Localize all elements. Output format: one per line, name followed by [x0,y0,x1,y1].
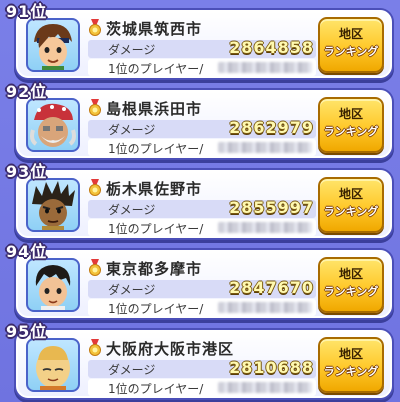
button-label-ranking: ランキング [323,45,379,58]
button-label-ranking: ランキング [323,205,379,218]
area-ranking-button[interactable]: 地区 ランキング [318,97,384,153]
rank-label: 91位 [6,2,48,21]
top-player-row: 1位のプレイヤー/ [88,379,316,396]
area-ranking-button[interactable]: 地区 ランキング [318,17,384,73]
player-avatar-icon [26,338,80,392]
ranking-card: 93位 栃木県佐野市 ダメージ 2855997 1位のプレイヤー/ 地区 ランキ… [6,162,392,238]
button-label-ranking: ランキング [323,125,379,138]
damage-label: ダメージ [108,43,156,57]
medal-icon [89,99,101,116]
damage-row: ダメージ 2810688 [88,358,316,378]
damage-label: ダメージ [108,283,156,297]
damage-label: ダメージ [108,363,156,377]
blurred-player-name [218,62,312,73]
top-player-label: 1位のプレイヤー/ [108,302,204,316]
damage-row: ダメージ 2862979 [88,118,316,138]
blurred-player-name [218,142,312,153]
damage-row: ダメージ 2864858 [88,38,316,58]
ranking-card: 95位 大阪府大阪市港区 ダメージ 2810688 1位のプレイヤー/ 地区 ラ… [6,322,392,398]
damage-label: ダメージ [108,203,156,217]
ranking-card: 94位 東京都多摩市 ダメージ 2847670 1位のプレイヤー/ 地区 ランキ… [6,242,392,318]
button-label-area: 地区 [338,187,363,201]
player-avatar-icon [26,98,80,152]
button-label-area: 地区 [338,107,363,121]
blurred-player-name [218,222,312,233]
top-player-row: 1位のプレイヤー/ [88,59,316,76]
area-ranking-button[interactable]: 地区 ランキング [318,337,384,393]
medal-icon [89,179,101,196]
button-label-area: 地区 [338,347,363,361]
city-name: 大阪府大阪市港区 [106,339,235,358]
ranking-card: 91位 茨城県筑西市 ダメージ 2864858 1位のプレイヤー/ 地区 ランキ… [6,2,392,78]
blurred-player-name [218,302,312,313]
top-player-row: 1位のプレイヤー/ [88,139,316,156]
top-player-label: 1位のプレイヤー/ [108,222,204,236]
top-player-row: 1位のプレイヤー/ [88,219,316,236]
damage-value: 2810688 [229,358,314,377]
rank-label: 95位 [6,322,48,341]
damage-value: 2855997 [229,198,314,217]
button-label-ranking: ランキング [323,365,379,378]
top-player-row: 1位のプレイヤー/ [88,299,316,316]
button-label-ranking: ランキング [323,285,379,298]
medal-icon [89,259,101,276]
damage-value: 2864858 [229,38,314,57]
area-ranking-button[interactable]: 地区 ランキング [318,177,384,233]
blurred-player-name [218,382,312,393]
rank-label: 93位 [6,162,48,181]
ranking-card: 92位 島根県浜田市 ダメージ 2862979 1位のプレイヤー/ 地区 ランキ… [6,82,392,158]
medal-icon [89,19,101,36]
city-name: 東京都多摩市 [106,259,203,278]
damage-row: ダメージ 2855997 [88,198,316,218]
player-avatar-icon [26,178,80,232]
button-label-area: 地区 [338,27,363,41]
player-avatar-icon [26,258,80,312]
medal-icon [89,339,101,356]
rank-label: 92位 [6,82,48,101]
damage-row: ダメージ 2847670 [88,278,316,298]
damage-label: ダメージ [108,123,156,137]
top-player-label: 1位のプレイヤー/ [108,382,204,396]
top-player-label: 1位のプレイヤー/ [108,142,204,156]
city-name: 栃木県佐野市 [106,179,203,198]
area-ranking-button[interactable]: 地区 ランキング [318,257,384,313]
damage-value: 2847670 [229,278,314,297]
damage-value: 2862979 [229,118,314,137]
player-avatar-icon [26,18,80,72]
city-name: 島根県浜田市 [106,99,203,118]
city-name: 茨城県筑西市 [106,19,203,38]
rank-label: 94位 [6,242,48,261]
button-label-area: 地区 [338,267,363,281]
ranking-list[interactable]: 91位 茨城県筑西市 ダメージ 2864858 1位のプレイヤー/ 地区 ランキ… [0,0,400,402]
top-player-label: 1位のプレイヤー/ [108,62,204,76]
